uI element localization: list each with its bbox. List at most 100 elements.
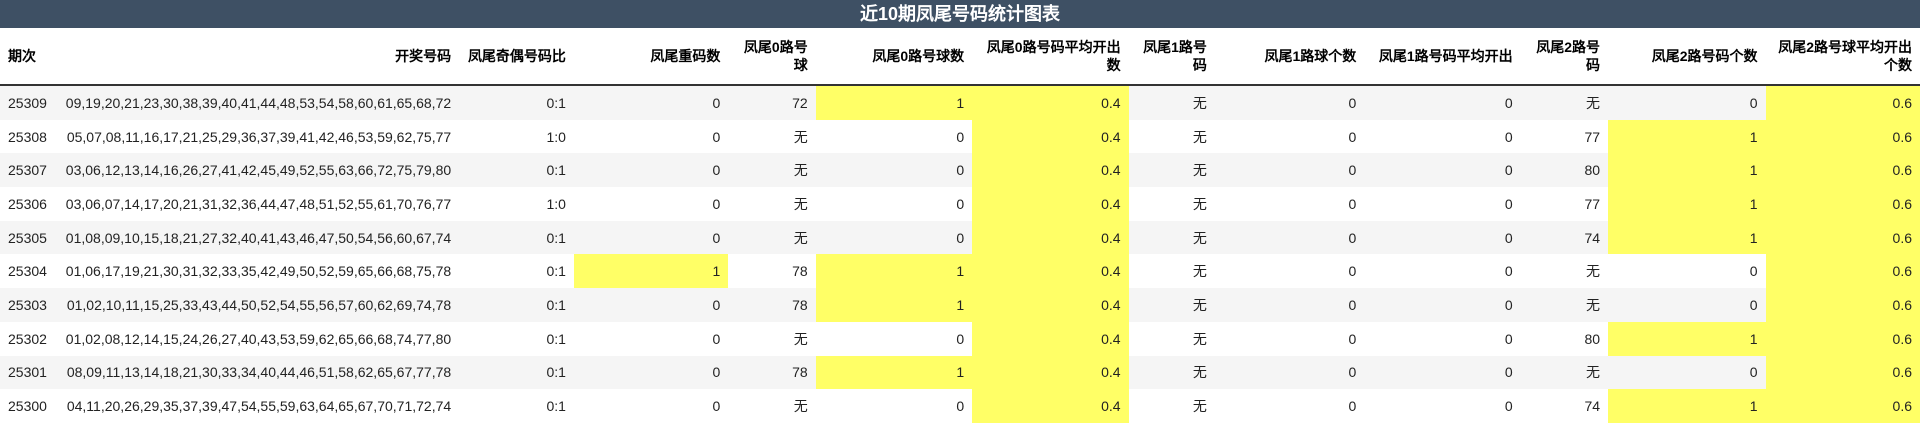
table-cell: 0.6 xyxy=(1765,389,1920,423)
table-cell: 74 xyxy=(1520,220,1609,255)
period-cell: 25301 xyxy=(0,355,53,390)
table-cell: 0.6 xyxy=(1765,254,1920,289)
table-cell: 0.4 xyxy=(972,153,1129,188)
table-cell: 0 xyxy=(1214,254,1365,289)
table-cell: 0 xyxy=(573,153,729,188)
period-cell: 25302 xyxy=(0,321,53,356)
table-cell: 0 xyxy=(573,355,729,390)
header-row: 期次 开奖号码 凤尾奇偶号码比 凤尾重码数 凤尾0路号球 凤尾0路号球数 凤尾0路号码平均开… xyxy=(0,28,1920,86)
table-cell: 无 xyxy=(1128,119,1215,154)
table-cell: 74 xyxy=(1520,389,1609,423)
table-cell: 0 xyxy=(1364,187,1521,221)
table-cell: 0 xyxy=(1214,389,1365,423)
draw-numbers-cell: 08,09,11,13,14,18,21,30,33,34,40,44,46,5… xyxy=(52,355,460,390)
table-cell: 78 xyxy=(728,355,816,390)
table-cell: 1 xyxy=(815,288,973,322)
table-cell: 0.4 xyxy=(972,321,1129,356)
table-cell: 0:1 xyxy=(459,220,574,255)
table-cell: 1 xyxy=(1608,321,1766,356)
table-cell: 无 xyxy=(1128,220,1215,255)
table-cell: 无 xyxy=(1520,355,1609,390)
period-cell: 25303 xyxy=(0,288,53,322)
table-cell: 1 xyxy=(1608,119,1766,154)
table-cell: 80 xyxy=(1520,153,1609,188)
table-cell: 0 xyxy=(573,85,729,120)
table-cell: 77 xyxy=(1520,119,1609,154)
table-cell: 无 xyxy=(1128,85,1215,120)
column-header: 凤尾1路号码 xyxy=(1128,28,1215,86)
table-cell: 1 xyxy=(1608,389,1766,423)
statistics-table: 期次 开奖号码 凤尾奇偶号码比 凤尾重码数 凤尾0路号球 凤尾0路号球数 凤尾0路号码平均开… xyxy=(0,28,1920,423)
table-cell: 0 xyxy=(573,389,729,423)
table-row: 25302 01,02,08,12,14,15,24,26,27,40,43,53… xyxy=(0,321,1920,356)
column-header: 开奖号码 xyxy=(52,28,460,86)
table-cell: 1:0 xyxy=(459,119,574,154)
draw-numbers-cell: 03,06,12,13,14,16,26,27,41,42,45,49,52,5… xyxy=(52,153,460,188)
table-cell: 77 xyxy=(1520,187,1609,221)
period-cell: 25300 xyxy=(0,389,53,423)
table-cell: 0:1 xyxy=(459,389,574,423)
table-cell: 无 xyxy=(1128,355,1215,390)
table-cell: 无 xyxy=(728,119,816,154)
table-cell: 0 xyxy=(1364,254,1521,289)
table-cell: 0 xyxy=(1214,119,1365,154)
draw-numbers-cell: 05,07,08,11,16,17,21,25,29,36,37,39,41,4… xyxy=(52,119,460,154)
table-cell: 0 xyxy=(1364,321,1521,356)
table-row: 25304 01,06,17,19,21,30,31,32,33,35,42,49… xyxy=(0,254,1920,289)
table-cell: 无 xyxy=(1128,153,1215,188)
table-cell: 0 xyxy=(1364,153,1521,188)
table-cell: 1 xyxy=(573,254,729,289)
table-cell: 0:1 xyxy=(459,254,574,289)
draw-numbers-cell: 01,08,09,10,15,18,21,27,32,40,41,43,46,4… xyxy=(52,220,460,255)
column-header: 凤尾2路号码个数 xyxy=(1608,28,1766,86)
table-cell: 0.6 xyxy=(1765,220,1920,255)
table-cell: 1 xyxy=(815,355,973,390)
column-header: 凤尾奇偶号码比 xyxy=(459,28,574,86)
table-cell: 0 xyxy=(1608,355,1766,390)
table-cell: 无 xyxy=(728,389,816,423)
table-cell: 0 xyxy=(573,288,729,322)
table-cell: 0.4 xyxy=(972,389,1129,423)
table-cell: 78 xyxy=(728,288,816,322)
period-cell: 25306 xyxy=(0,187,53,221)
table-cell: 0.6 xyxy=(1765,355,1920,390)
table-cell: 0 xyxy=(1214,187,1365,221)
table-row: 25306 03,06,07,14,17,20,21,31,32,36,44,47… xyxy=(0,187,1920,221)
table-cell: 无 xyxy=(1520,85,1609,120)
table-body: 25309 09,19,20,21,23,30,38,39,40,41,44,48… xyxy=(0,85,1920,423)
table-cell: 0.4 xyxy=(972,288,1129,322)
table-cell: 0 xyxy=(1364,220,1521,255)
table-cell: 0 xyxy=(573,220,729,255)
table-cell: 0 xyxy=(1364,389,1521,423)
draw-numbers-cell: 03,06,07,14,17,20,21,31,32,36,44,47,48,5… xyxy=(52,187,460,221)
table-cell: 0.6 xyxy=(1765,321,1920,356)
table-cell: 0.4 xyxy=(972,355,1129,390)
column-header: 凤尾2路号码 xyxy=(1520,28,1609,86)
table-cell: 0 xyxy=(815,220,973,255)
draw-numbers-cell: 01,02,08,12,14,15,24,26,27,40,43,53,59,6… xyxy=(52,321,460,356)
table-cell: 0 xyxy=(1214,288,1365,322)
period-cell: 25304 xyxy=(0,254,53,289)
period-cell: 25309 xyxy=(0,85,53,120)
table-cell: 无 xyxy=(1128,288,1215,322)
table-cell: 80 xyxy=(1520,321,1609,356)
table-cell: 1 xyxy=(1608,187,1766,221)
table-cell: 0 xyxy=(815,119,973,154)
table-cell: 0:1 xyxy=(459,85,574,120)
table-cell: 0:1 xyxy=(459,355,574,390)
draw-numbers-cell: 09,19,20,21,23,30,38,39,40,41,44,48,53,5… xyxy=(52,85,460,120)
table-row: 25308 05,07,08,11,16,17,21,25,29,36,37,39… xyxy=(0,119,1920,154)
table-cell: 0 xyxy=(815,321,973,356)
table-cell: 1 xyxy=(1608,153,1766,188)
table-cell: 无 xyxy=(1128,389,1215,423)
table-cell: 无 xyxy=(728,321,816,356)
table-cell: 0.4 xyxy=(972,220,1129,255)
draw-numbers-cell: 01,02,10,11,15,25,33,43,44,50,52,54,55,5… xyxy=(52,288,460,322)
column-header: 凤尾0路号码平均开出数 xyxy=(972,28,1129,86)
table-cell: 无 xyxy=(728,187,816,221)
column-header: 凤尾1路号码平均开出 xyxy=(1364,28,1521,86)
table-cell: 0 xyxy=(1214,85,1365,120)
table-cell: 0:1 xyxy=(459,153,574,188)
draw-numbers-cell: 04,11,20,26,29,35,37,39,47,54,55,59,63,6… xyxy=(52,389,460,423)
period-cell: 25307 xyxy=(0,153,53,188)
